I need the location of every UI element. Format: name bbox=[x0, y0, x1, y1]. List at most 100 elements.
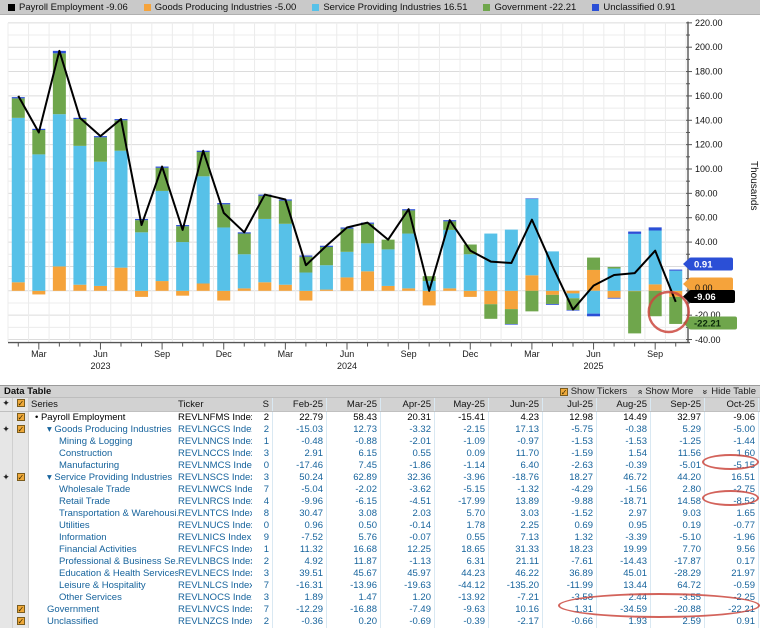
series-name[interactable]: Wholesale Trade bbox=[29, 484, 178, 496]
bar-segment[interactable] bbox=[505, 324, 518, 325]
column-header-apr-25[interactable]: Apr-25 bbox=[381, 398, 435, 411]
bar-segment[interactable] bbox=[341, 277, 354, 290]
bar-segment[interactable] bbox=[299, 291, 312, 301]
bar-segment[interactable] bbox=[32, 291, 45, 295]
legend-item-0[interactable]: Payroll Employment -9.06 bbox=[8, 2, 128, 13]
bar-segment[interactable] bbox=[669, 271, 682, 291]
column-header-s[interactable]: S bbox=[252, 398, 273, 411]
row-checkbox[interactable]: ✓ bbox=[13, 412, 29, 424]
series-name[interactable]: Construction bbox=[29, 448, 178, 460]
checkbox-icon[interactable]: ✓ bbox=[17, 399, 25, 407]
checkbox-icon[interactable]: ✓ bbox=[560, 388, 568, 396]
bar-segment[interactable] bbox=[238, 254, 251, 288]
bar-segment[interactable] bbox=[176, 291, 189, 296]
bar-segment[interactable] bbox=[402, 234, 415, 289]
bar-segment[interactable] bbox=[115, 268, 128, 291]
bar-segment[interactable] bbox=[587, 291, 600, 314]
row-checkbox[interactable]: ✓ bbox=[13, 604, 29, 616]
bar-segment[interactable] bbox=[443, 288, 456, 290]
bar-segment[interactable] bbox=[12, 118, 25, 282]
bar-segment[interactable] bbox=[567, 293, 580, 298]
bar-segment[interactable] bbox=[156, 191, 169, 281]
bar-segment[interactable] bbox=[587, 258, 600, 270]
legend-item-1[interactable]: Goods Producing Industries -5.00 bbox=[144, 2, 297, 13]
bar-segment[interactable] bbox=[587, 270, 600, 291]
checkbox-icon[interactable]: ✓ bbox=[17, 473, 25, 481]
bar-segment[interactable] bbox=[546, 304, 559, 305]
bar-segment[interactable] bbox=[12, 282, 25, 291]
bar-segment[interactable] bbox=[238, 288, 251, 290]
bar-segment[interactable] bbox=[53, 266, 66, 290]
checkbox-icon[interactable]: ✓ bbox=[17, 425, 25, 433]
bar-segment[interactable] bbox=[320, 265, 333, 289]
column-header-aug-25[interactable]: Aug-25 bbox=[597, 398, 651, 411]
bar-segment[interactable] bbox=[402, 288, 415, 290]
bar-segment[interactable] bbox=[382, 249, 395, 286]
bar-segment[interactable] bbox=[32, 130, 45, 154]
bar-segment[interactable] bbox=[525, 198, 538, 199]
bar-segment[interactable] bbox=[505, 309, 518, 324]
legend-item-2[interactable]: Service Providing Industries 16.51 bbox=[312, 2, 467, 13]
series-name[interactable]: • Payroll Employment bbox=[29, 412, 178, 424]
bar-segment[interactable] bbox=[299, 255, 312, 256]
bar-segment[interactable] bbox=[176, 242, 189, 291]
column-header-mar-25[interactable]: Mar-25 bbox=[327, 398, 381, 411]
bar-segment[interactable] bbox=[546, 291, 559, 295]
series-name[interactable]: ▾ Goods Producing Industries bbox=[29, 424, 178, 436]
bar-segment[interactable] bbox=[32, 154, 45, 290]
checkbox-icon[interactable]: ✓ bbox=[17, 413, 25, 421]
bar-segment[interactable] bbox=[238, 234, 251, 255]
series-name[interactable]: Mining & Logging bbox=[29, 436, 178, 448]
bar-segment[interactable] bbox=[525, 275, 538, 291]
bar-segment[interactable] bbox=[73, 285, 86, 291]
column-header-sep-25[interactable]: Sep-25 bbox=[651, 398, 705, 411]
bar-segment[interactable] bbox=[361, 243, 374, 271]
bar-segment[interactable] bbox=[567, 291, 580, 294]
bar-segment[interactable] bbox=[217, 291, 230, 301]
bar-segment[interactable] bbox=[628, 291, 641, 333]
series-name[interactable]: Professional & Business Se.. bbox=[29, 556, 178, 568]
bar-segment[interactable] bbox=[279, 224, 292, 285]
bar-segment[interactable] bbox=[279, 285, 292, 291]
bar-segment[interactable] bbox=[464, 291, 477, 297]
bar-segment[interactable] bbox=[258, 219, 271, 282]
row-checkbox[interactable]: ✓ bbox=[13, 616, 29, 628]
bar-segment[interactable] bbox=[649, 227, 662, 230]
bar-segment[interactable] bbox=[628, 232, 641, 234]
bar-segment[interactable] bbox=[299, 273, 312, 291]
row-checkbox[interactable]: ✓ bbox=[13, 472, 29, 484]
bar-segment[interactable] bbox=[628, 234, 641, 291]
bar-segment[interactable] bbox=[197, 176, 210, 283]
bar-segment[interactable] bbox=[484, 291, 497, 304]
show-more-button[interactable]: » Show More bbox=[637, 386, 693, 397]
legend-item-3[interactable]: Government -22.21 bbox=[483, 2, 576, 13]
series-name[interactable]: Information bbox=[29, 532, 178, 544]
bar-segment[interactable] bbox=[320, 290, 333, 291]
bar-segment[interactable] bbox=[217, 227, 230, 290]
bar-segment[interactable] bbox=[587, 314, 600, 317]
bar-segment[interactable] bbox=[525, 291, 538, 312]
bar-segment[interactable] bbox=[608, 267, 621, 269]
series-name[interactable]: Transportation & Warehousi.. bbox=[29, 508, 178, 520]
column-header-ticker[interactable]: Ticker bbox=[178, 398, 252, 411]
bar-segment[interactable] bbox=[258, 196, 271, 219]
sort-diamond-icon[interactable]: ✦ bbox=[0, 398, 13, 411]
checkbox-icon[interactable]: ✓ bbox=[17, 605, 25, 613]
show-tickers-button[interactable]: ✓ Show Tickers bbox=[560, 386, 628, 397]
bar-segment[interactable] bbox=[423, 291, 436, 306]
bar-segment[interactable] bbox=[94, 162, 107, 286]
hide-table-button[interactable]: » Hide Table bbox=[703, 386, 756, 397]
bar-segment[interactable] bbox=[546, 295, 559, 304]
bar-segment[interactable] bbox=[341, 252, 354, 278]
series-name[interactable]: Leisure & Hospitality bbox=[29, 580, 178, 592]
bar-segment[interactable] bbox=[115, 151, 128, 268]
bar-segment[interactable] bbox=[94, 286, 107, 291]
series-name[interactable]: ▾ Service Providing Industries bbox=[29, 472, 178, 484]
bar-segment[interactable] bbox=[608, 269, 621, 291]
column-header-series[interactable]: Series bbox=[29, 398, 178, 411]
legend-item-4[interactable]: Unclassified 0.91 bbox=[592, 2, 675, 13]
row-diamond-icon[interactable]: ✦ bbox=[0, 424, 13, 436]
row-diamond-icon[interactable]: ✦ bbox=[0, 472, 13, 484]
bar-segment[interactable] bbox=[73, 146, 86, 285]
series-name[interactable]: Retail Trade bbox=[29, 496, 178, 508]
